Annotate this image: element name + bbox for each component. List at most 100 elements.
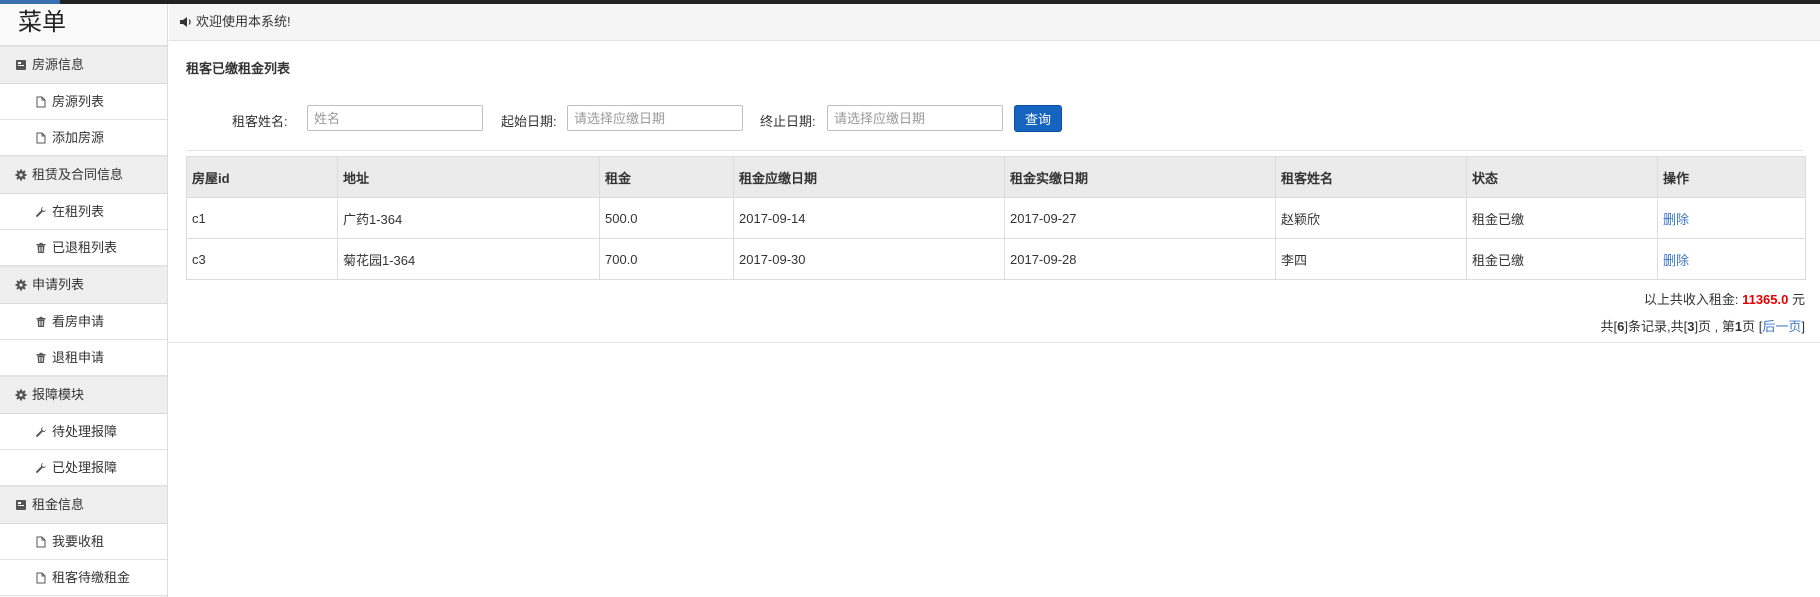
cell-address: 菊花园1-364 (337, 238, 600, 280)
query-button[interactable]: 查询 (1014, 105, 1062, 132)
column-header: 状态 (1466, 156, 1658, 198)
table-row: c3 菊花园1-364 700.0 2017-09-30 2017-09-28 … (186, 238, 1806, 280)
sidebar-item-viewing-requests[interactable]: 看房申请 (0, 304, 167, 340)
pager-text: ] (1801, 319, 1805, 334)
table-row: c1 广药1-364 500.0 2017-09-14 2017-09-27 赵… (186, 197, 1806, 239)
start-date-input[interactable] (567, 105, 743, 131)
pager-text: 共[ (1600, 319, 1618, 334)
sidebar-item-label: 添加房源 (52, 130, 105, 145)
sidebar-item-label: 已处理报障 (52, 460, 118, 475)
cell-paid-date: 2017-09-27 (1004, 197, 1276, 239)
panel-title: 租客已缴租金列表 (186, 61, 291, 76)
next-page-link[interactable]: 后一页 (1762, 319, 1801, 334)
sidebar-group-rent[interactable]: 租金信息 (0, 486, 167, 524)
column-header: 租金应缴日期 (733, 156, 1005, 198)
start-date-label: 起始日期: (501, 114, 557, 129)
sidebar-item-label: 在租列表 (52, 204, 105, 219)
gear-icon (14, 278, 28, 292)
sidebar-group-listings[interactable]: 房源信息 (0, 46, 167, 84)
wrench-icon (34, 425, 48, 439)
cell-address: 广药1-364 (337, 197, 600, 239)
gear-icon (14, 388, 28, 402)
welcome-bar: 欢迎使用本系统! (169, 4, 1820, 41)
summary-unit: 元 (1791, 292, 1805, 307)
sidebar-group-label: 租金信息 (32, 497, 85, 512)
sidebar-item-label: 已退租列表 (52, 240, 118, 255)
divider (169, 342, 1820, 343)
sidebar-group-lease[interactable]: 租赁及合同信息 (0, 156, 167, 194)
pager-text: 页 [ (1742, 319, 1763, 334)
column-header: 房屋id (186, 156, 338, 198)
sidebar-group-label: 房源信息 (32, 57, 85, 72)
cell-due-date: 2017-09-14 (733, 197, 1005, 239)
column-header: 地址 (337, 156, 600, 198)
sidebar-group-label: 报障模块 (32, 387, 85, 402)
file-icon (34, 131, 48, 145)
trash-icon (34, 315, 48, 329)
column-header: 租金 (599, 156, 734, 198)
cell-rent: 500.0 (599, 197, 734, 239)
trash-icon (34, 241, 48, 255)
cell-action: 删除 (1657, 238, 1806, 280)
sidebar: 菜单 房源信息 房源列表 添加房源 租赁及合同信息 在租列表 已退租列表 申请列… (0, 4, 168, 597)
sidebar-group-label: 申请列表 (32, 277, 85, 292)
cell-due-date: 2017-09-30 (733, 238, 1005, 280)
sidebar-item-label: 退租申请 (52, 350, 105, 365)
cell-house-id: c1 (186, 197, 338, 239)
tenant-name-input[interactable] (307, 105, 483, 131)
sidebar-group-repairs[interactable]: 报障模块 (0, 376, 167, 414)
end-date-input[interactable] (827, 105, 1003, 131)
wrench-icon (34, 461, 48, 475)
column-header: 租客姓名 (1275, 156, 1467, 198)
welcome-text: 欢迎使用本系统! (196, 14, 291, 29)
sidebar-group-applications[interactable]: 申请列表 (0, 266, 167, 304)
sidebar-item-terminated-list[interactable]: 已退租列表 (0, 230, 167, 266)
sidebar-item-unpaid-rent[interactable]: 租客待缴租金 (0, 560, 167, 596)
pager-text: ]页 , 第 (1694, 319, 1735, 334)
summary-amount: 11365.0 (1742, 292, 1789, 307)
sidebar-item-label: 我要收租 (52, 534, 105, 549)
cell-house-id: c3 (186, 238, 338, 280)
sidebar-item-collect-rent[interactable]: 我要收租 (0, 524, 167, 560)
cell-paid-date: 2017-09-28 (1004, 238, 1276, 280)
column-header: 操作 (1657, 156, 1806, 198)
summary-label: 以上共收入租金: (1643, 292, 1739, 307)
gear-icon (14, 168, 28, 182)
rent-summary: 以上共收入租金: 11365.0 元 (1644, 289, 1805, 308)
sidebar-item-renting-list[interactable]: 在租列表 (0, 194, 167, 230)
cell-action: 删除 (1657, 197, 1806, 239)
divider (186, 150, 1803, 151)
table-header-row: 房屋id 地址 租金 租金应缴日期 租金实缴日期 租客姓名 状态 操作 (186, 156, 1806, 198)
delete-link[interactable]: 删除 (1663, 253, 1689, 268)
sidebar-item-termination-requests[interactable]: 退租申请 (0, 340, 167, 376)
wrench-icon (34, 205, 48, 219)
sidebar-item-label: 房源列表 (52, 94, 105, 109)
main-content: 欢迎使用本系统! 租客已缴租金列表 租客姓名: 起始日期: 终止日期: 查询 房… (169, 4, 1820, 597)
delete-link[interactable]: 删除 (1663, 212, 1689, 227)
cell-rent: 700.0 (599, 238, 734, 280)
cell-status: 租金已缴 (1466, 238, 1658, 280)
book-icon (14, 498, 28, 512)
pager-text: ]条记录,共[ (1624, 319, 1688, 334)
trash-icon (34, 351, 48, 365)
volume-icon (179, 15, 193, 29)
sidebar-item-add-listing[interactable]: 添加房源 (0, 120, 167, 156)
cell-status: 租金已缴 (1466, 197, 1658, 239)
sidebar-item-listing-list[interactable]: 房源列表 (0, 84, 167, 120)
pagination: 共[6]条记录,共[3]页 , 第1页 [后一页] (1601, 316, 1806, 335)
cell-tenant-name: 赵颖欣 (1275, 197, 1467, 239)
file-icon (34, 95, 48, 109)
search-form: 租客姓名: 起始日期: 终止日期: 查询 (169, 102, 1820, 138)
file-icon (34, 535, 48, 549)
file-icon (34, 571, 48, 585)
sidebar-title: 菜单 (0, 4, 167, 46)
sidebar-item-pending-repairs[interactable]: 待处理报障 (0, 414, 167, 450)
book-icon (14, 58, 28, 72)
sidebar-item-handled-repairs[interactable]: 已处理报障 (0, 450, 167, 486)
end-date-label: 终止日期: (760, 114, 816, 129)
paid-rent-table: 房屋id 地址 租金 租金应缴日期 租金实缴日期 租客姓名 状态 操作 c1 广… (186, 156, 1806, 280)
sidebar-item-label: 租客待缴租金 (52, 570, 131, 585)
cell-tenant-name: 李四 (1275, 238, 1467, 280)
sidebar-item-label: 待处理报障 (52, 424, 118, 439)
column-header: 租金实缴日期 (1004, 156, 1276, 198)
